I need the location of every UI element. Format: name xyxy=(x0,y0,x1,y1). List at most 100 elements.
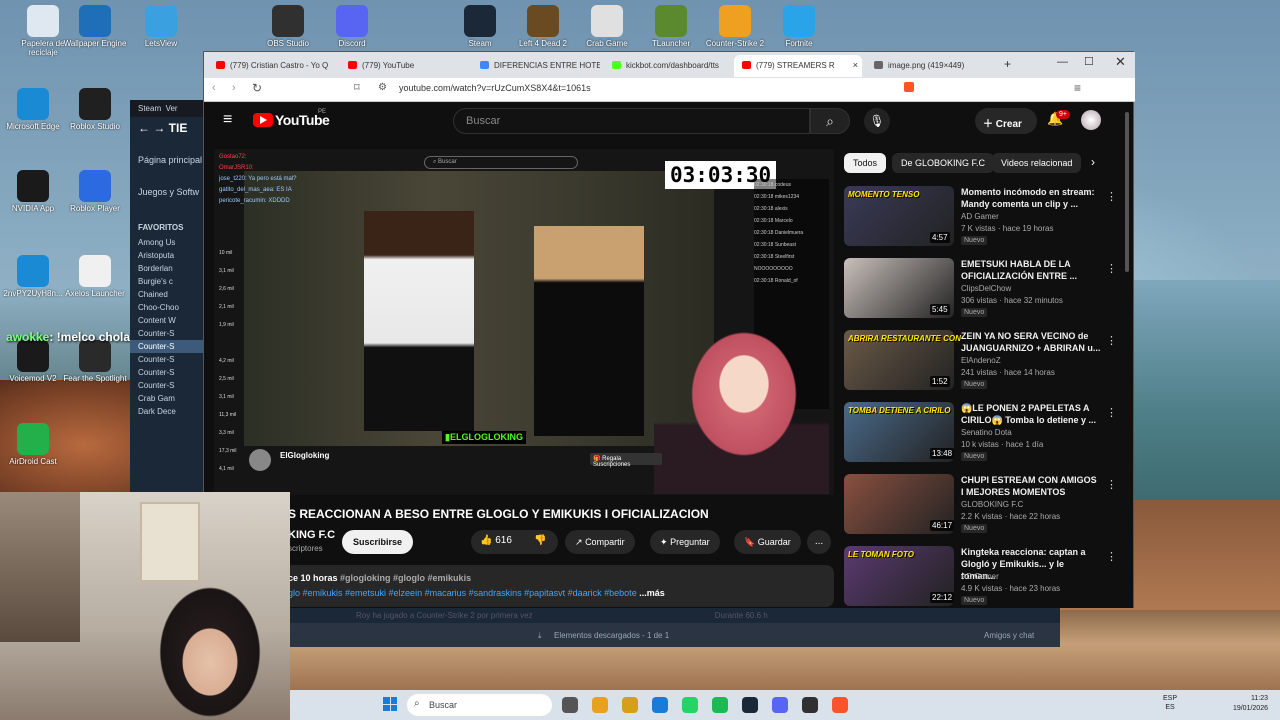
related-video[interactable]: TOMBA DETIENE A CIRILO 13:48 😱LE PONEN 2 P… xyxy=(844,398,1124,466)
desktop-icon[interactable]: Axelos Launcher xyxy=(62,255,128,298)
spotify-icon[interactable] xyxy=(712,697,728,713)
steam-games-filter[interactable]: Juegos y Softw xyxy=(138,187,199,197)
save-button[interactable]: 🔖 Guardar xyxy=(734,530,801,554)
tab-close-icon[interactable]: × xyxy=(853,60,858,70)
steam-game-item[interactable]: Dark Dece xyxy=(130,405,210,418)
youtube-logo-icon[interactable] xyxy=(253,113,273,127)
edge-taskbar-icon[interactable] xyxy=(652,697,668,713)
steam-menu-view[interactable]: Ver xyxy=(166,104,178,113)
steam-game-item[interactable]: Counter-S xyxy=(130,366,210,379)
mic-icon[interactable]: 🎙 xyxy=(864,108,890,134)
desktop-icon[interactable]: Microsoft Edge xyxy=(0,88,66,131)
reload-icon[interactable]: ↻ xyxy=(252,81,262,95)
steam-game-item[interactable]: Counter-S xyxy=(130,327,210,340)
language-indicator[interactable]: ESP ES xyxy=(1163,694,1177,712)
browser-tab[interactable]: (779) STREAMERS R × xyxy=(734,55,862,77)
description-box[interactable]: ce 10 horas #glogloking #gloglo #emikuki… xyxy=(284,565,834,607)
desktop-icon[interactable]: NVIDIA App xyxy=(0,170,66,213)
related-channel[interactable]: AD Gamer xyxy=(961,212,999,221)
kebab-menu-icon[interactable]: ⋮ xyxy=(1106,406,1117,419)
steam-window[interactable]: Steam Ver ← → TIE Página principal Juego… xyxy=(130,100,210,495)
browser-tab[interactable]: (779) Cristian Castro - Yo Q xyxy=(208,55,336,77)
desktop-icon[interactable]: Fortnite xyxy=(766,5,832,48)
steam-game-item[interactable]: Borderlan xyxy=(130,262,210,275)
steam-home[interactable]: Página principal xyxy=(138,155,202,165)
steam-game-item[interactable]: Counter-S xyxy=(130,353,210,366)
brave-shield-icon[interactable] xyxy=(904,82,914,92)
kebab-menu-icon[interactable]: ⋮ xyxy=(1106,262,1117,275)
related-channel[interactable]: GLOBOKING F.C xyxy=(961,500,1023,509)
related-video[interactable]: 46:17 CHUPI ESTREAM CON AMIGOS I MEJORES … xyxy=(844,470,1124,538)
desktop-icon[interactable]: Fear the Spotlight xyxy=(62,340,128,383)
menu-icon[interactable]: ≡ xyxy=(1074,81,1081,95)
ask-button[interactable]: ✦ Preguntar xyxy=(650,530,720,554)
related-channel[interactable]: Senatino Dota xyxy=(961,428,1012,437)
related-channel[interactable]: AD Gamer xyxy=(961,572,999,581)
related-video[interactable]: LE TOMAN FOTO 22:12 Kingteka reacciona: ca… xyxy=(844,542,1124,610)
related-channel[interactable]: ElAndenoZ xyxy=(961,356,1001,365)
browser-tab[interactable]: DIFERENCIAS ENTRE HOTE xyxy=(472,55,600,77)
taskbar-search[interactable]: ⌕ Buscar xyxy=(407,694,552,716)
browser-tab[interactable]: kickbot.com/dashboard/tts xyxy=(604,55,732,77)
clock[interactable]: 11:23 19/01/2026 xyxy=(1222,694,1268,714)
related-video[interactable]: ABRIRA RESTAURANTE CON 1:52 ZEIN YA NO SER… xyxy=(844,326,1124,394)
desktop-icon[interactable]: AirDroid Cast xyxy=(0,423,66,466)
steam-game-item[interactable]: Chained xyxy=(130,288,210,301)
desktop-icon[interactable]: Roblox Player xyxy=(62,170,128,213)
show-more-link[interactable]: ...más xyxy=(639,588,665,598)
url-field[interactable]: youtube.com/watch?v=rUzCumXS8X4&t=1061s xyxy=(399,83,591,93)
friends-chat-button[interactable]: Amigos y chat xyxy=(984,631,1034,640)
desktop-icon[interactable]: Roblox Studio xyxy=(62,88,128,131)
browser-tab[interactable]: image.png (419×449) xyxy=(866,55,994,77)
forward-icon[interactable]: › xyxy=(232,82,236,94)
site-info-icon[interactable]: ⚙ xyxy=(378,82,387,93)
filter-chip[interactable]: Videos relacionad xyxy=(992,153,1082,173)
hamburger-icon[interactable]: ≡ xyxy=(223,111,232,129)
maximize-icon[interactable]: ☐ xyxy=(1084,55,1094,68)
minimize-icon[interactable]: — xyxy=(1057,56,1068,68)
desktop-icon[interactable]: 2nvPY2UyH8n... xyxy=(0,255,66,298)
page-scrollbar[interactable] xyxy=(1125,112,1129,272)
steam-game-item[interactable]: Content W xyxy=(130,314,210,327)
filter-chip[interactable]: De GLOBOKING F.C xyxy=(892,153,995,173)
steam-downloads-bar[interactable]: ⤓ Elementos descargados - 1 de 1 Amigos … xyxy=(290,623,1060,647)
steam-game-item[interactable]: Counter-S xyxy=(130,379,210,392)
kebab-menu-icon[interactable]: ⋮ xyxy=(1106,478,1117,491)
desktop-icon[interactable]: Crab Game xyxy=(574,5,640,48)
browser-window[interactable]: (779) Cristian Castro - Yo Q (779) YouTub… xyxy=(203,51,1135,610)
kebab-menu-icon[interactable]: ⋮ xyxy=(1106,334,1117,347)
share-button[interactable]: ↗ Compartir xyxy=(565,530,635,554)
desktop-icon[interactable]: Counter-Strike 2 xyxy=(702,5,768,48)
related-video[interactable]: 5:45 EMETSUKI HABLA DE LA OFICIALIZACIÓN … xyxy=(844,254,1124,322)
channel-name[interactable]: KING F.C xyxy=(288,529,335,541)
bookmark-icon[interactable]: ⌑ xyxy=(354,81,360,94)
desktop-icon[interactable]: Steam xyxy=(447,5,513,48)
kebab-menu-icon[interactable]: ⋮ xyxy=(1106,550,1117,563)
discord-taskbar-icon[interactable] xyxy=(772,697,788,713)
start-icon[interactable] xyxy=(383,697,397,711)
browser-tab[interactable]: (779) YouTube xyxy=(340,55,468,77)
kebab-menu-icon[interactable]: ⋮ xyxy=(1106,190,1117,203)
brave-taskbar-icon[interactable] xyxy=(832,697,848,713)
desktop-icon[interactable]: OBS Studio xyxy=(255,5,321,48)
video-player[interactable]: ⌕ Buscar 03:03:30 Gostao72: OmarJSR10: jos… xyxy=(214,149,834,495)
subscribe-button[interactable]: Suscribirse xyxy=(342,530,414,554)
whatsapp-icon[interactable] xyxy=(682,697,698,713)
desktop-icon[interactable]: Voicemod V2 xyxy=(0,340,66,383)
steam-game-item[interactable]: Aristoputa xyxy=(130,249,210,262)
obs-taskbar-icon[interactable] xyxy=(802,697,818,713)
new-tab-button[interactable]: + xyxy=(1004,57,1011,71)
more-actions-button[interactable]: ... xyxy=(807,530,831,554)
steam-game-item[interactable]: Among Us xyxy=(130,236,210,249)
related-video[interactable]: MOMENTO TENSO 4:57 Momento incómodo en str… xyxy=(844,182,1124,250)
task-view-icon[interactable] xyxy=(562,697,578,713)
create-button[interactable]: ＋ Crear xyxy=(975,108,1037,134)
search-input[interactable]: Buscar xyxy=(453,108,810,134)
steam-game-item[interactable]: Burgie's c xyxy=(130,275,210,288)
desktop-icon[interactable]: Discord xyxy=(319,5,385,48)
copilot-icon[interactable] xyxy=(592,697,608,713)
dislike-icon[interactable]: 👎 xyxy=(534,535,546,546)
search-icon[interactable]: ⌕ xyxy=(810,108,850,134)
filter-chip[interactable]: Todos xyxy=(844,153,887,173)
desktop-icon[interactable]: Left 4 Dead 2 xyxy=(510,5,576,48)
